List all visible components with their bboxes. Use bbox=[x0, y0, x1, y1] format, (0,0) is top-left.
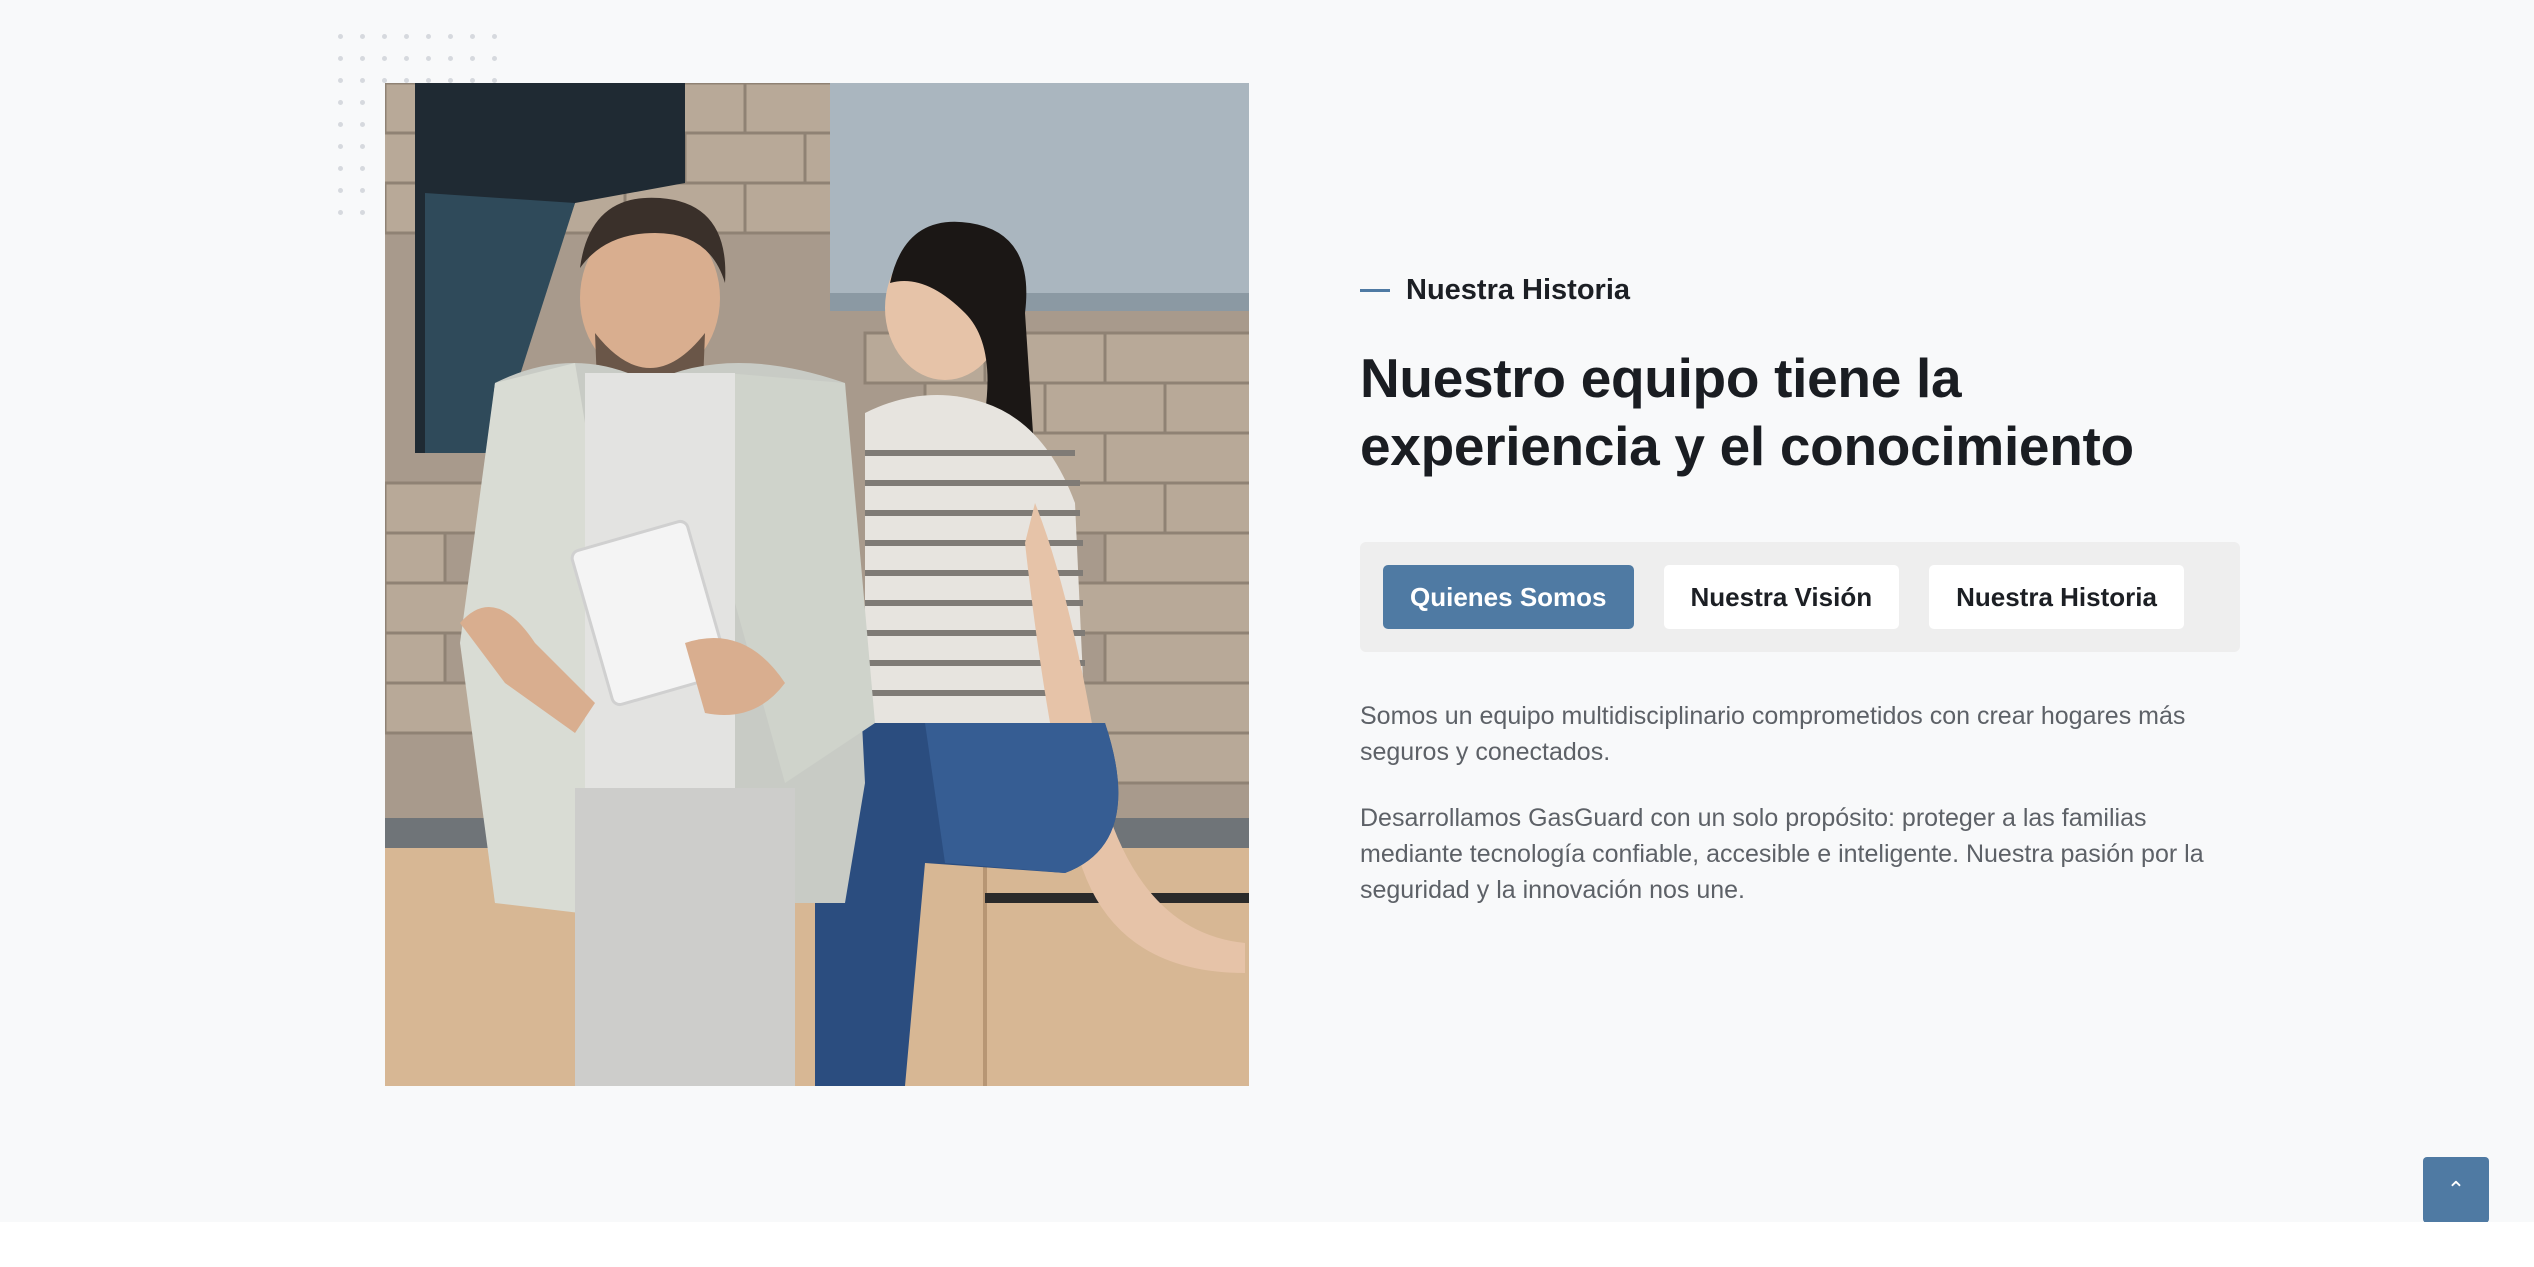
decorative-dot bbox=[360, 210, 365, 215]
decorative-dot bbox=[338, 34, 343, 39]
about-content: Nuestra Historia Nuestro equipo tiene la… bbox=[1360, 270, 2240, 908]
eyebrow-accent-line bbox=[1360, 288, 1390, 292]
decorative-dot bbox=[338, 122, 343, 127]
decorative-dot bbox=[338, 144, 343, 149]
couple-kitchen-photo bbox=[385, 83, 1249, 1086]
decorative-dot bbox=[382, 56, 387, 61]
decorative-dot bbox=[360, 56, 365, 61]
decorative-dot bbox=[360, 144, 365, 149]
about-section: Nuestra Historia Nuestro equipo tiene la… bbox=[0, 0, 2534, 1222]
decorative-dot bbox=[338, 100, 343, 105]
decorative-dot bbox=[360, 78, 365, 83]
decorative-dot bbox=[448, 34, 453, 39]
decorative-dot bbox=[382, 34, 387, 39]
tab-paragraph-2: Desarrollamos GasGuard con un solo propó… bbox=[1360, 804, 2204, 904]
back-to-top-button[interactable]: ⌃ bbox=[2423, 1157, 2489, 1222]
tab-nuestra-historia[interactable]: Nuestra Historia bbox=[1929, 565, 2184, 629]
decorative-dot bbox=[404, 56, 409, 61]
chevron-up-icon: ⌃ bbox=[2446, 1177, 2466, 1202]
decorative-dot bbox=[338, 78, 343, 83]
decorative-dot bbox=[360, 188, 365, 193]
decorative-dot bbox=[426, 34, 431, 39]
decorative-dot bbox=[426, 56, 431, 61]
decorative-dot bbox=[338, 166, 343, 171]
tab-nuestra-vision[interactable]: Nuestra Visión bbox=[1663, 565, 1900, 629]
decorative-dot bbox=[492, 56, 497, 61]
eyebrow-label: Nuestra Historia bbox=[1406, 273, 1631, 306]
decorative-dot bbox=[360, 34, 365, 39]
decorative-dot bbox=[360, 100, 365, 105]
decorative-dot bbox=[360, 166, 365, 171]
tab-paragraph-1: Somos un equipo multidisciplinario compr… bbox=[1360, 702, 2186, 766]
decorative-dot bbox=[470, 34, 475, 39]
decorative-dot bbox=[470, 56, 475, 61]
decorative-dot bbox=[338, 56, 343, 61]
decorative-dot bbox=[338, 210, 343, 215]
decorative-dot bbox=[492, 34, 497, 39]
decorative-dot bbox=[404, 34, 409, 39]
section-headline: Nuestro equipo tiene la experiencia y el… bbox=[1360, 347, 2134, 477]
tab-quienes-somos[interactable]: Quienes Somos bbox=[1383, 565, 1634, 629]
section-eyebrow: Nuestra Historia bbox=[1360, 270, 2240, 310]
decorative-dot bbox=[338, 188, 343, 193]
decorative-dot bbox=[448, 56, 453, 61]
decorative-dot bbox=[360, 122, 365, 127]
about-tabs: Quienes Somos Nuestra Visión Nuestra His… bbox=[1360, 542, 2240, 652]
